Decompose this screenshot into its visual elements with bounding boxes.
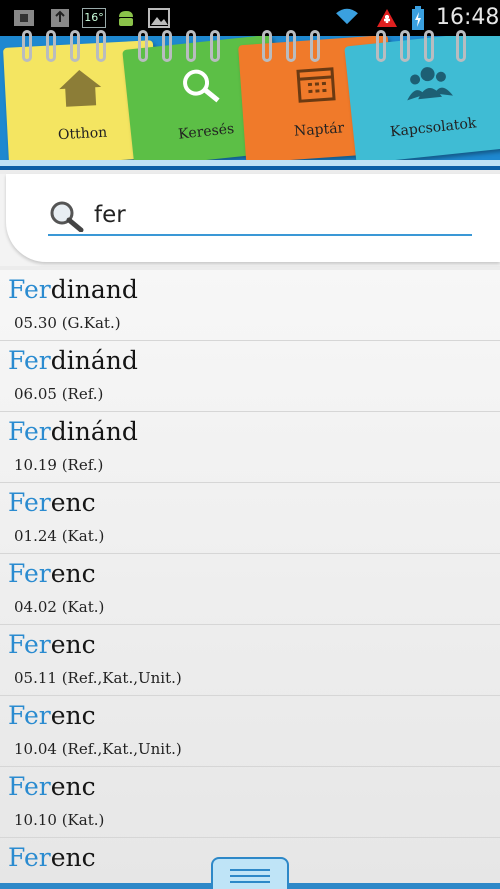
result-name: Ferenc bbox=[8, 559, 96, 588]
search-input[interactable] bbox=[94, 198, 464, 232]
search-icon bbox=[50, 201, 84, 232]
list-item[interactable]: Ferdinand 05.30 (G.Kat.) bbox=[0, 270, 500, 341]
match-highlight: Fer bbox=[8, 488, 51, 517]
battery-icon bbox=[412, 6, 424, 30]
match-highlight: Fer bbox=[8, 275, 51, 304]
match-highlight: Fer bbox=[8, 772, 51, 801]
list-item[interactable]: Ferenc 05.11 (Ref.,Kat.,Unit.) bbox=[0, 625, 500, 696]
status-bar: 16° 16:48 bbox=[0, 0, 500, 36]
search-panel bbox=[0, 174, 500, 266]
calendar-icon bbox=[296, 67, 336, 103]
result-name: Ferenc bbox=[8, 843, 96, 872]
name-rest: dinánd bbox=[50, 417, 138, 446]
result-date: 10.04 (Ref.,Kat.,Unit.) bbox=[14, 740, 182, 758]
name-rest: enc bbox=[50, 772, 96, 801]
result-date: 05.30 (G.Kat.) bbox=[14, 314, 121, 332]
result-name: Ferdinánd bbox=[8, 417, 138, 446]
list-item[interactable]: Ferenc 10.04 (Ref.,Kat.,Unit.) bbox=[0, 696, 500, 767]
list-item[interactable]: Ferenc 04.02 (Kat.) bbox=[0, 554, 500, 625]
people-icon bbox=[407, 67, 453, 101]
tab-kapcsolatok[interactable]: Kapcsolatok bbox=[344, 36, 500, 165]
list-item[interactable]: Ferdinánd 10.19 (Ref.) bbox=[0, 412, 500, 483]
house-icon bbox=[59, 70, 102, 107]
android-icon bbox=[119, 11, 133, 26]
result-name: Ferenc bbox=[8, 701, 96, 730]
name-rest: enc bbox=[50, 488, 96, 517]
tab-bar: Otthon Keresés Naptár Kapcsolatok bbox=[0, 36, 500, 170]
search-icon bbox=[183, 69, 220, 103]
result-date: 10.10 (Kat.) bbox=[14, 811, 105, 829]
name-rest: enc bbox=[50, 630, 96, 659]
match-highlight: Fer bbox=[8, 559, 51, 588]
match-highlight: Fer bbox=[8, 701, 51, 730]
name-rest: dinand bbox=[50, 275, 138, 304]
result-name: Ferenc bbox=[8, 488, 96, 517]
name-rest: enc bbox=[50, 701, 96, 730]
result-name: Ferdinánd bbox=[8, 346, 138, 375]
name-rest: dinánd bbox=[50, 346, 138, 375]
temperature-badge: 16° bbox=[82, 8, 106, 28]
result-date: 04.02 (Kat.) bbox=[14, 598, 105, 616]
name-rest: enc bbox=[50, 559, 96, 588]
list-item[interactable]: Ferdinánd 06.05 (Ref.) bbox=[0, 341, 500, 412]
match-highlight: Fer bbox=[8, 843, 51, 872]
match-highlight: Fer bbox=[8, 346, 51, 375]
wifi-icon bbox=[336, 8, 358, 25]
match-highlight: Fer bbox=[8, 417, 51, 446]
list-item[interactable]: Ferenc 01.24 (Kat.) bbox=[0, 483, 500, 554]
result-date: 10.19 (Ref.) bbox=[14, 456, 104, 474]
search-bar bbox=[48, 198, 472, 236]
list-item[interactable]: Ferenc 10.10 (Kat.) bbox=[0, 767, 500, 838]
result-date: 06.05 (Ref.) bbox=[14, 385, 104, 403]
match-highlight: Fer bbox=[8, 630, 51, 659]
result-name: Ferenc bbox=[8, 772, 96, 801]
result-name: Ferenc bbox=[8, 630, 96, 659]
result-date: 01.24 (Kat.) bbox=[14, 527, 105, 545]
usb-icon bbox=[14, 10, 34, 26]
results-list: Ferdinand 05.30 (G.Kat.) Ferdinánd 06.05 (R… bbox=[0, 270, 500, 889]
menu-handle-button[interactable] bbox=[211, 857, 289, 889]
clock: 16:48 bbox=[436, 5, 500, 30]
image-icon bbox=[148, 8, 170, 28]
result-date: 05.11 (Ref.,Kat.,Unit.) bbox=[14, 669, 182, 687]
swiss-cross-icon bbox=[377, 9, 397, 27]
tab-label: Kapcsolatok bbox=[389, 115, 478, 141]
name-rest: enc bbox=[50, 843, 96, 872]
result-name: Ferdinand bbox=[8, 275, 138, 304]
usb-debug-icon bbox=[51, 9, 69, 27]
